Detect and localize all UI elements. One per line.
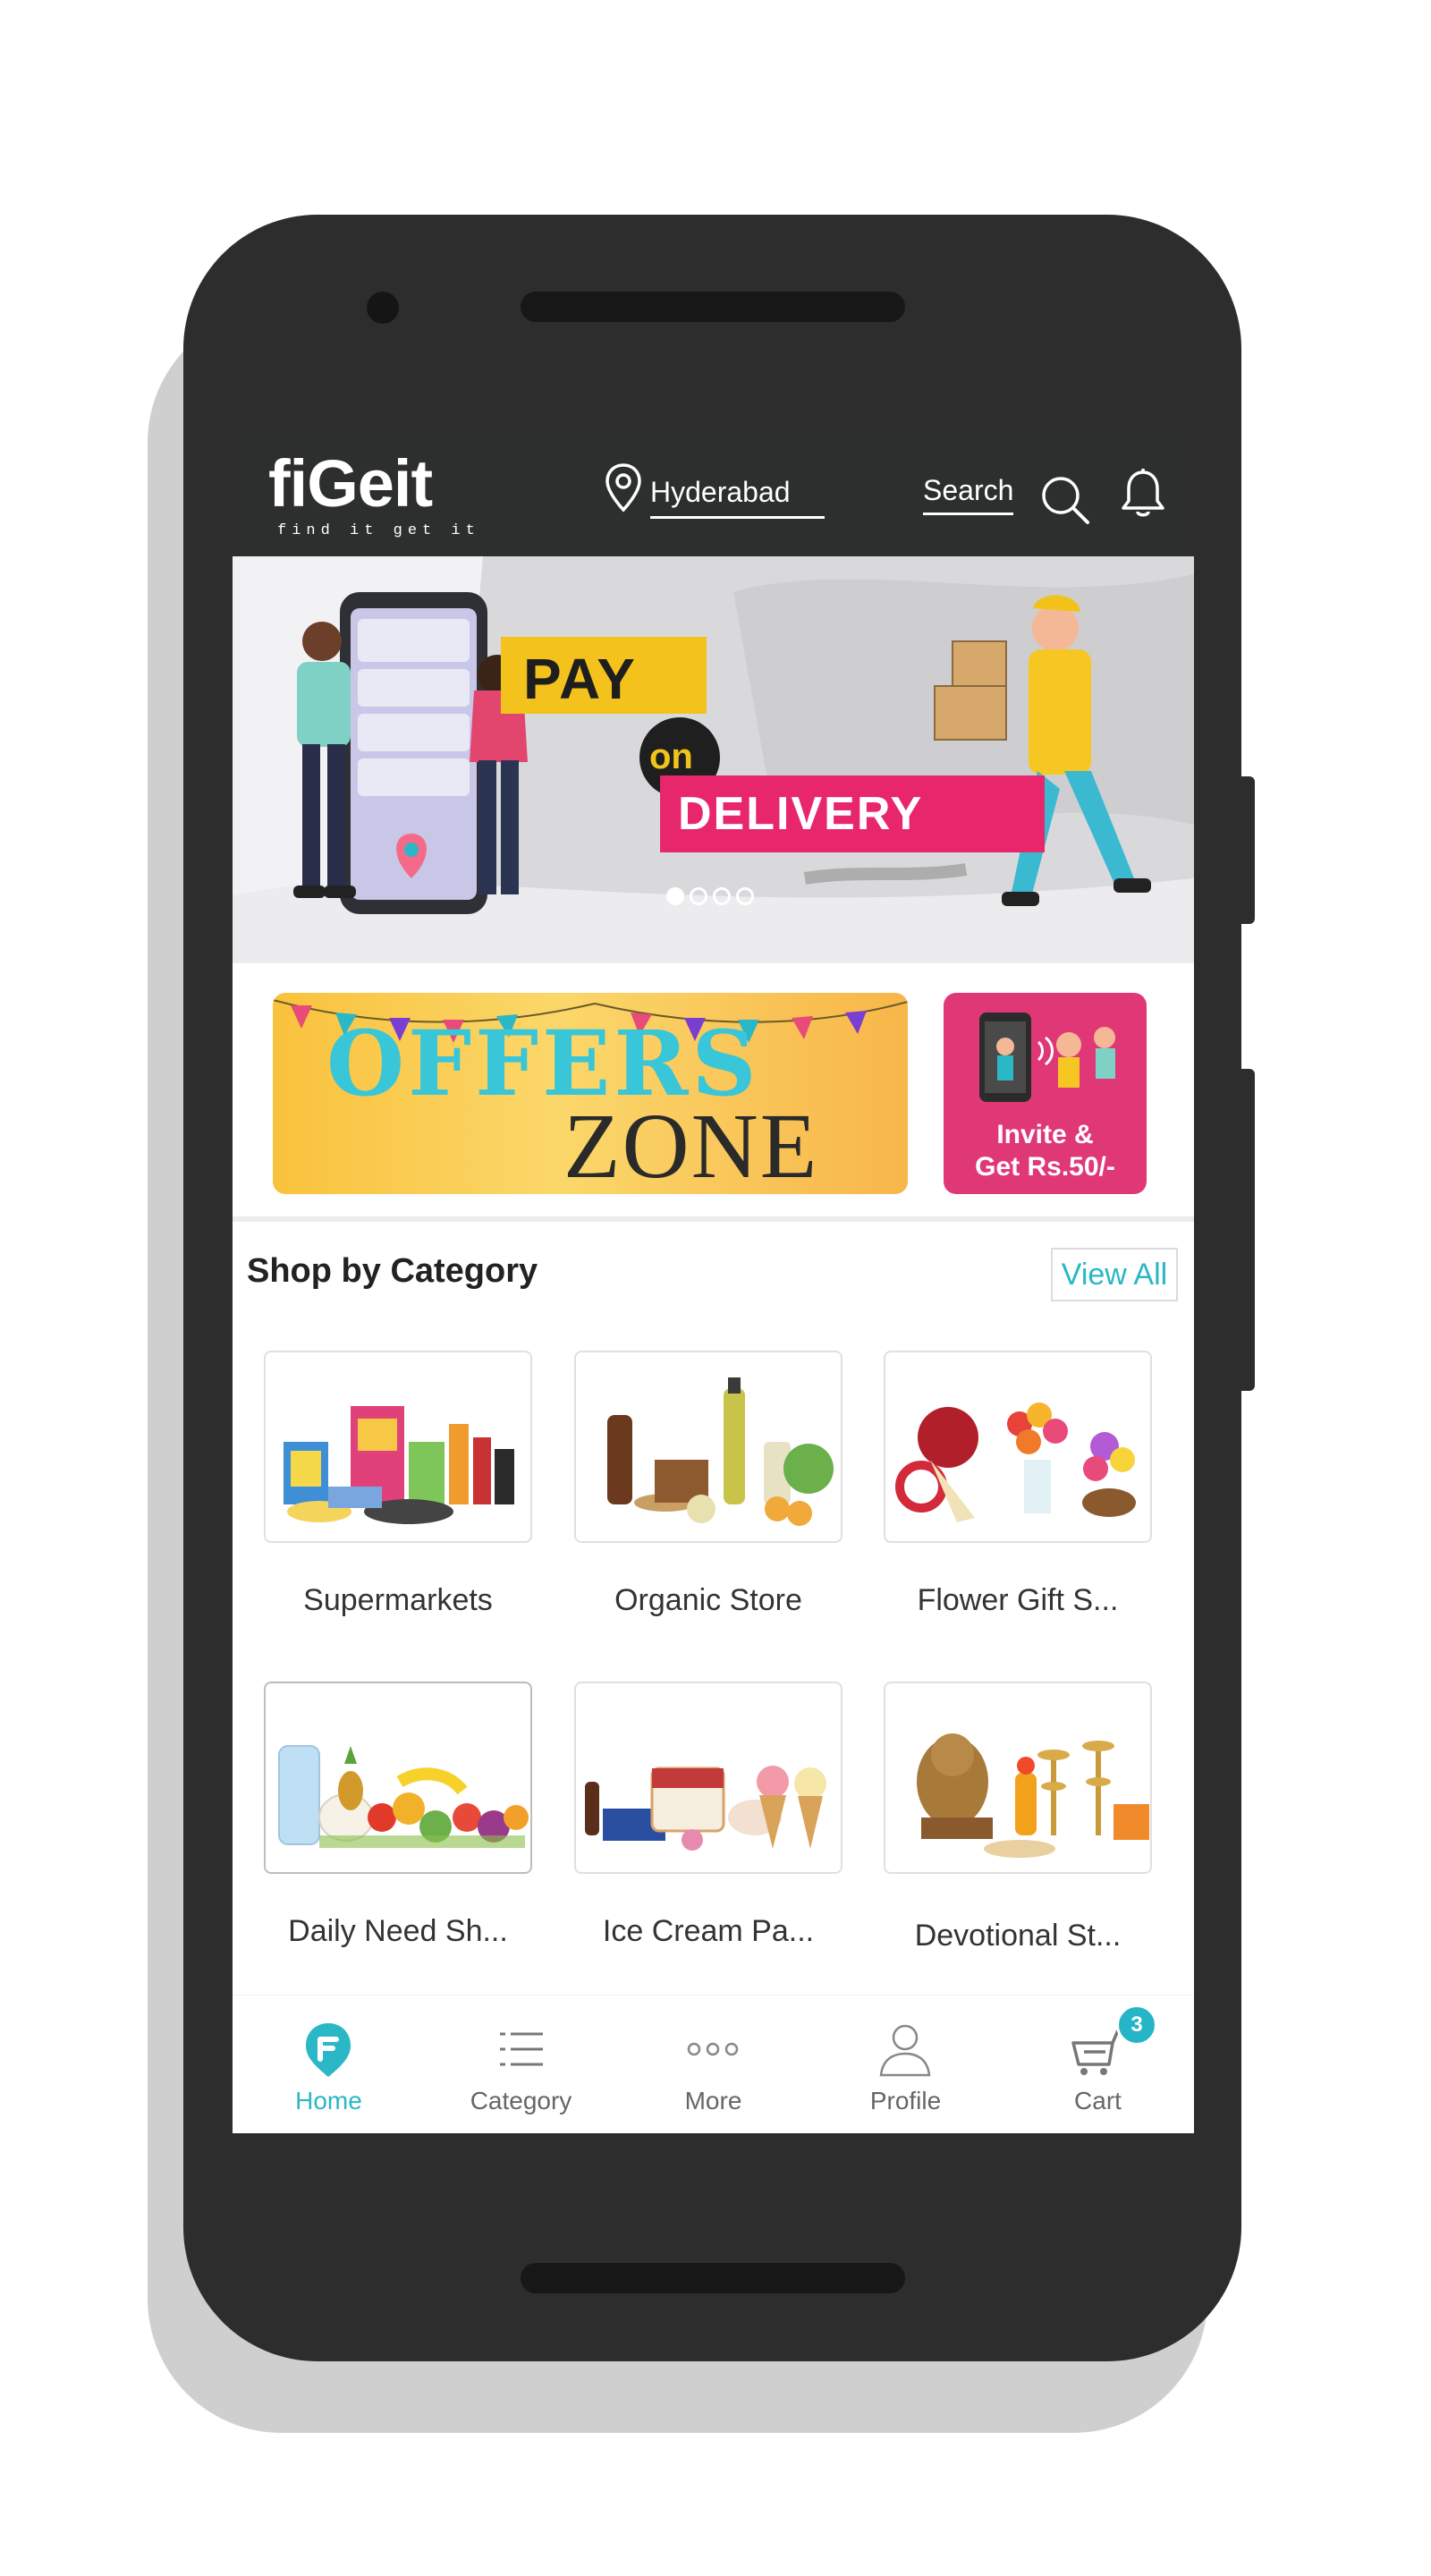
- person-icon: [879, 2024, 931, 2077]
- carousel-dot[interactable]: [690, 887, 707, 905]
- nav-label: Cart: [1074, 2087, 1122, 2114]
- offers-subtitle: ZONE: [563, 1095, 819, 1194]
- search-button[interactable]: Search: [923, 456, 1089, 524]
- search-label: Search: [923, 474, 1014, 515]
- nav-label: Profile: [869, 2087, 942, 2114]
- category-tile-ice-cream-parlour[interactable]: [574, 1682, 843, 1874]
- category-tile-organic-store[interactable]: [574, 1351, 843, 1543]
- section-divider: [233, 1216, 1194, 1222]
- more-dots-icon: [687, 2042, 739, 2056]
- category-label: Daily Need Sh...: [288, 1914, 508, 1948]
- bottom-navigation: Home Category More Profile 3 Cart: [233, 1995, 1194, 2133]
- location-selector[interactable]: Hyderabad: [604, 458, 825, 521]
- nav-label: Home: [295, 2087, 362, 2114]
- carousel-dot[interactable]: [713, 887, 731, 905]
- section-title: Shop by Category: [247, 1252, 538, 1290]
- category-label: Organic Store: [614, 1583, 802, 1617]
- carousel-dot[interactable]: [736, 887, 754, 905]
- bottom-speaker: [521, 2263, 905, 2293]
- category-tile-daily-need-shop[interactable]: [264, 1682, 532, 1874]
- phone-side-button-bottom: [1239, 1069, 1255, 1391]
- flower-bouquets-image: [895, 1402, 1136, 1522]
- nav-home[interactable]: Home: [233, 1996, 425, 2133]
- category-tile-devotional-store[interactable]: [884, 1682, 1152, 1874]
- supermarket-products-image: [284, 1406, 514, 1524]
- category-tile-flower-gift-store[interactable]: [884, 1351, 1152, 1543]
- banner-pay-text: PAY: [523, 647, 637, 711]
- phone-side-button-top: [1239, 776, 1255, 924]
- banner-on-text: on: [649, 737, 693, 776]
- top-speaker: [521, 292, 905, 322]
- nav-category[interactable]: Category: [425, 1996, 617, 2133]
- nav-cart[interactable]: 3 Cart: [1002, 1996, 1194, 2133]
- cart-count-badge: 3: [1116, 2004, 1157, 2046]
- logo-text: fiGeit: [268, 446, 433, 521]
- location-label: Hyderabad: [650, 476, 825, 519]
- location-pin-icon: [605, 463, 641, 513]
- category-label: Devotional St...: [914, 1919, 1122, 1953]
- invite-reward-text: Get Rs.50/-: [975, 1152, 1115, 1182]
- device-mockup: fiGeit find it get it Hyderabad Search P…: [0, 0, 1431, 2576]
- banner-delivery-text: DELIVERY: [678, 788, 924, 840]
- offers-zone-banner[interactable]: OFFERS ZONE: [273, 993, 908, 1194]
- nav-profile[interactable]: Profile: [809, 1996, 1002, 2133]
- notification-bell-icon[interactable]: [1118, 467, 1168, 521]
- fruits-vegetables-image: [278, 1745, 529, 1848]
- view-all-button[interactable]: View All: [1051, 1248, 1178, 1301]
- search-icon: [1042, 477, 1089, 524]
- nav-label: Category: [470, 2087, 572, 2114]
- front-camera: [367, 292, 399, 324]
- app-screen: fiGeit find it get it Hyderabad Search P…: [233, 429, 1194, 2133]
- invite-banner[interactable]: Invite & Get Rs.50/-: [944, 993, 1147, 1194]
- devotional-items-image: [917, 1733, 1149, 1858]
- category-label: Ice Cream Pa...: [602, 1914, 815, 1948]
- carousel-indicator: [666, 887, 754, 905]
- organic-products-image: [607, 1377, 834, 1526]
- category-label: Flower Gift S...: [917, 1583, 1119, 1617]
- nav-more[interactable]: More: [617, 1996, 809, 2133]
- ice-creams-image: [585, 1766, 826, 1851]
- home-logo-icon: [306, 2023, 351, 2077]
- category-label: Supermarkets: [303, 1583, 493, 1617]
- carousel-dot[interactable]: [666, 887, 684, 905]
- figeit-logo[interactable]: fiGeit find it get it: [268, 445, 483, 544]
- app-header: fiGeit find it get it Hyderabad Search: [233, 429, 1194, 556]
- invite-illustration: [979, 1013, 1115, 1102]
- category-tile-supermarkets[interactable]: [264, 1351, 532, 1543]
- logo-tagline: find it get it: [277, 522, 480, 539]
- invite-text: Invite &: [996, 1120, 1094, 1149]
- nav-label: More: [684, 2087, 742, 2114]
- promo-banner-carousel[interactable]: PAY on DELIVERY: [233, 556, 1194, 963]
- list-icon: [500, 2032, 543, 2066]
